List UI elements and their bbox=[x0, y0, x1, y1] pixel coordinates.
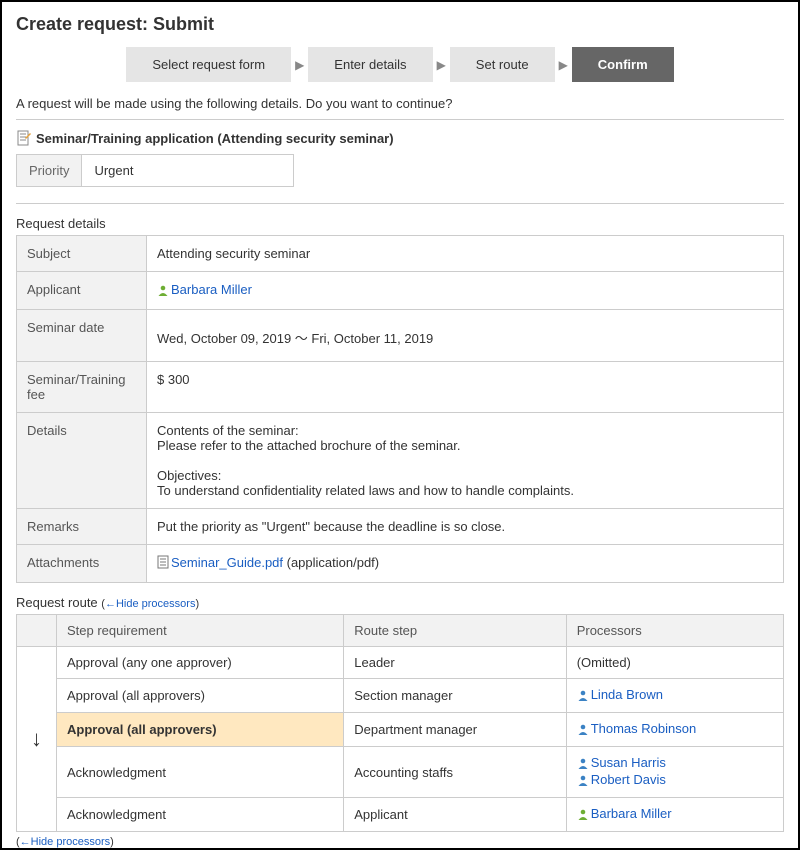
person-icon bbox=[157, 284, 169, 299]
form-title: Seminar/Training application (Attending … bbox=[16, 130, 784, 146]
label-fee: Seminar/Training fee bbox=[17, 362, 147, 413]
processor-link[interactable]: Robert Davis bbox=[591, 772, 666, 787]
route-table: Step requirement Route step Processors ↓… bbox=[16, 614, 784, 832]
table-row: Seminar date Wed, October 09, 2019 ～ Fri… bbox=[17, 310, 784, 362]
hide-processors-link[interactable]: Hide processors bbox=[31, 836, 110, 848]
value-attachments: Seminar_Guide.pdf (application/pdf) bbox=[147, 545, 784, 583]
label-subject: Subject bbox=[17, 236, 147, 272]
value-fee: $ 300 bbox=[147, 362, 784, 413]
table-row: Applicant Barbara Miller bbox=[17, 272, 784, 310]
hide-processors-link[interactable]: Hide processors bbox=[116, 598, 195, 610]
request-details-heading: Request details bbox=[16, 216, 784, 231]
table-row: Details Contents of the seminar: Please … bbox=[17, 413, 784, 509]
label-remarks: Remarks bbox=[17, 509, 147, 545]
flow-arrow-icon: ↓ bbox=[17, 647, 57, 832]
label-attachments: Attachments bbox=[17, 545, 147, 583]
col-step-requirement: Step requirement bbox=[57, 615, 344, 647]
person-icon bbox=[577, 757, 589, 772]
value-details: Contents of the seminar: Please refer to… bbox=[147, 413, 784, 509]
priority-field: Priority Urgent bbox=[16, 154, 294, 187]
label-seminar-date: Seminar date bbox=[17, 310, 147, 362]
request-details-table: Subject Attending security seminar Appli… bbox=[16, 235, 784, 583]
wizard-steps: Select request form ▶ Enter details ▶ Se… bbox=[16, 47, 784, 82]
page-title: Create request: Submit bbox=[16, 14, 784, 35]
wizard-step-route[interactable]: Set route bbox=[450, 47, 555, 82]
col-route-step: Route step bbox=[344, 615, 566, 647]
value-subject: Attending security seminar bbox=[147, 236, 784, 272]
person-icon bbox=[577, 689, 589, 704]
chevron-right-icon: ▶ bbox=[559, 58, 568, 72]
table-row: Acknowledgment Accounting staffs Susan H… bbox=[17, 747, 784, 798]
wizard-step-confirm: Confirm bbox=[572, 47, 674, 82]
label-details: Details bbox=[17, 413, 147, 509]
value-seminar-date: Wed, October 09, 2019 ～ Fri, October 11,… bbox=[147, 310, 784, 362]
hide-processors-bottom: (←Hide processors) bbox=[16, 836, 784, 848]
processor-link[interactable]: Thomas Robinson bbox=[591, 721, 697, 736]
person-icon bbox=[577, 774, 589, 789]
table-row: Approval (all approvers) Department mana… bbox=[17, 713, 784, 747]
table-row: Seminar/Training fee $ 300 bbox=[17, 362, 784, 413]
table-row: Attachments Seminar_Guide.pdf (applicati… bbox=[17, 545, 784, 583]
wizard-step-select[interactable]: Select request form bbox=[126, 47, 291, 82]
wizard-step-enter[interactable]: Enter details bbox=[308, 47, 432, 82]
processor-link[interactable]: Susan Harris bbox=[591, 755, 666, 770]
document-edit-icon bbox=[16, 130, 32, 146]
processor-link[interactable]: Barbara Miller bbox=[591, 806, 672, 821]
attachment-link[interactable]: Seminar_Guide.pdf bbox=[171, 555, 283, 570]
confirm-prompt: A request will be made using the followi… bbox=[16, 96, 784, 111]
table-row: Remarks Put the priority as "Urgent" bec… bbox=[17, 509, 784, 545]
priority-value: Urgent bbox=[82, 155, 293, 186]
person-icon bbox=[577, 808, 589, 823]
table-row: Subject Attending security seminar bbox=[17, 236, 784, 272]
chevron-right-icon: ▶ bbox=[437, 58, 446, 72]
person-icon bbox=[577, 723, 589, 738]
value-remarks: Put the priority as "Urgent" because the… bbox=[147, 509, 784, 545]
label-applicant: Applicant bbox=[17, 272, 147, 310]
priority-label: Priority bbox=[17, 155, 82, 186]
chevron-right-icon: ▶ bbox=[295, 58, 304, 72]
request-route-heading: Request route (←Hide processors) bbox=[16, 595, 784, 610]
value-applicant: Barbara Miller bbox=[147, 272, 784, 310]
file-icon bbox=[157, 555, 169, 572]
applicant-link[interactable]: Barbara Miller bbox=[171, 282, 252, 297]
col-processors: Processors bbox=[566, 615, 783, 647]
table-row: Approval (all approvers) Section manager… bbox=[17, 679, 784, 713]
table-row: Acknowledgment Applicant Barbara Miller bbox=[17, 798, 784, 832]
processor-link[interactable]: Linda Brown bbox=[591, 687, 663, 702]
table-row: ↓ Approval (any one approver) Leader (Om… bbox=[17, 647, 784, 679]
